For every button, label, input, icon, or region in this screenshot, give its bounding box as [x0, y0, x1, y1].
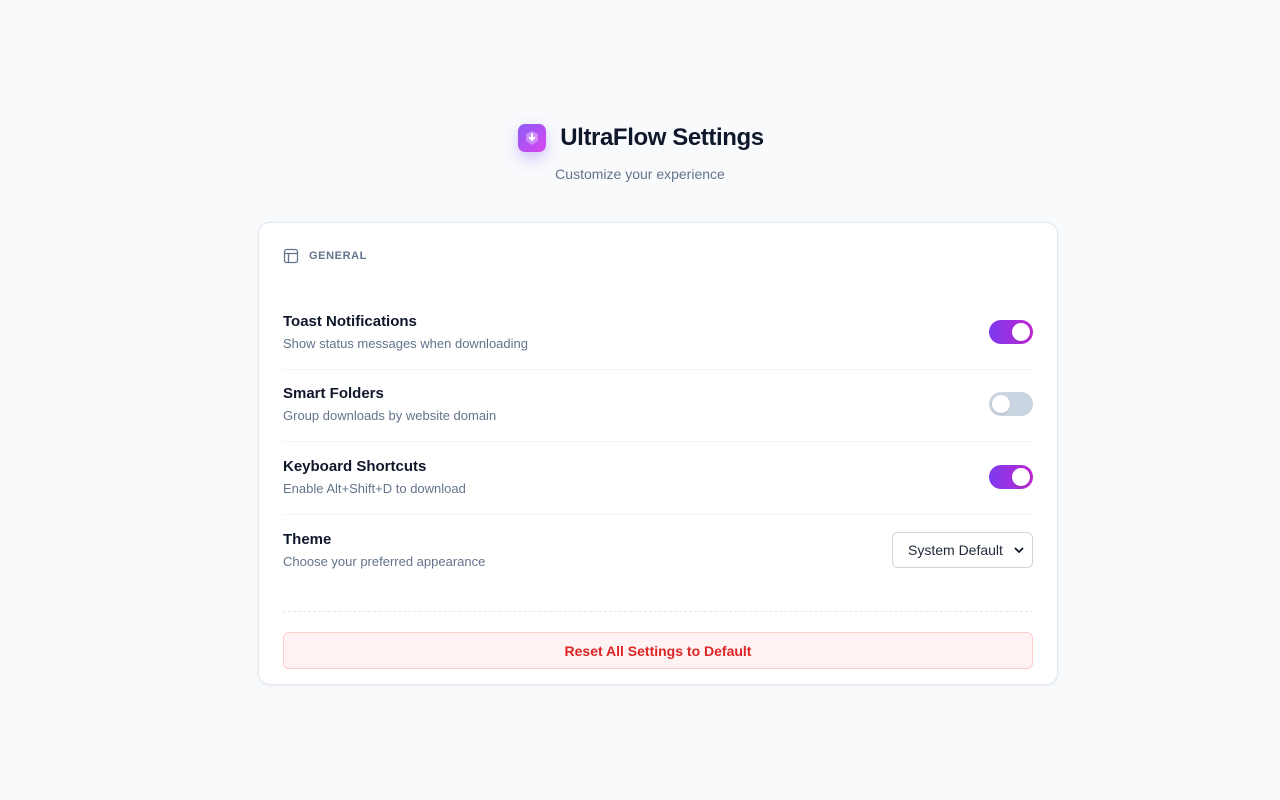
setting-title: Smart Folders [283, 385, 384, 403]
section-label: GENERAL [309, 250, 367, 262]
setting-row-smart-folders: Smart Folders Group downloads by website… [283, 370, 1033, 442]
toggle-knob [1012, 467, 1030, 486]
settings-card: GENERAL Toast Notifications Show status … [258, 222, 1058, 685]
chevron-down-icon [1014, 545, 1024, 555]
download-arrow-icon [518, 124, 547, 152]
toggle-knob [992, 395, 1010, 414]
setting-description: Show status messages when downloading [283, 335, 528, 351]
settings-list: Toast Notifications Show status messages… [283, 297, 1033, 587]
setting-description: Enable Alt+Shift+D to download [283, 480, 466, 496]
theme-select-value: System Default [908, 541, 1003, 558]
section-header-general: GENERAL [283, 247, 1033, 265]
title-row: UltraFlow Settings [516, 124, 764, 152]
page-subtitle: Customize your experience [555, 166, 725, 182]
smart-folders-toggle[interactable] [989, 392, 1033, 417]
settings-page: UltraFlow Settings Customize your experi… [0, 0, 1280, 800]
setting-title: Keyboard Shortcuts [283, 457, 427, 475]
toast-notifications-toggle[interactable] [989, 319, 1033, 344]
toggle-knob [1012, 322, 1030, 341]
page-title: UltraFlow Settings [560, 124, 764, 151]
reset-all-settings-button[interactable]: Reset All Settings to Default [283, 632, 1033, 669]
layout-icon [283, 248, 299, 264]
setting-description: Choose your preferred appearance [283, 553, 486, 569]
setting-row-keyboard-shortcuts: Keyboard Shortcuts Enable Alt+Shift+D to… [283, 442, 1033, 515]
keyboard-shortcuts-toggle[interactable] [989, 464, 1033, 489]
divider [283, 611, 1033, 612]
setting-row-theme: Theme Choose your preferred appearance S… [283, 515, 1033, 588]
page-header: UltraFlow Settings Customize your experi… [0, 124, 1280, 182]
theme-select[interactable]: System Default [892, 531, 1033, 568]
setting-title: Theme [283, 530, 332, 548]
setting-description: Group downloads by website domain [283, 408, 497, 424]
setting-title: Toast Notifications [283, 312, 417, 330]
setting-row-toast-notifications: Toast Notifications Show status messages… [283, 297, 1033, 370]
